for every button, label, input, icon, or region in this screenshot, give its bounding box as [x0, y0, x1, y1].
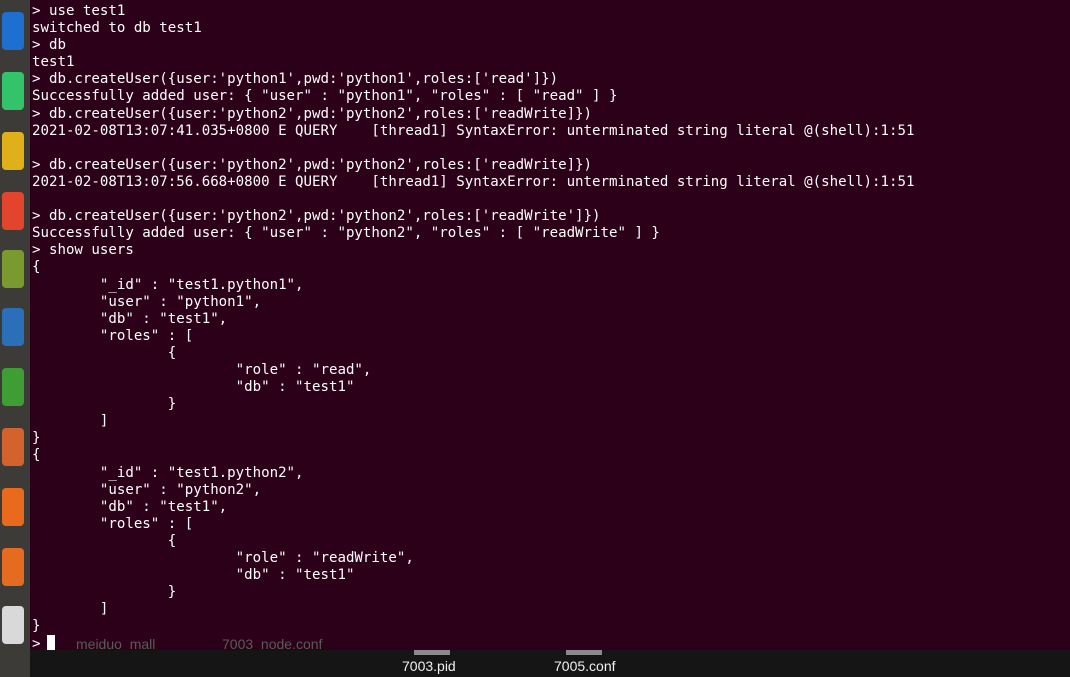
amazon-icon[interactable]: [0, 600, 24, 650]
terminal-line: > db.createUser({user:'python1',pwd:'pyt…: [32, 71, 559, 88]
terminal-line: "_id" : "test1.python1",: [32, 276, 304, 293]
prompt-symbol: >: [32, 636, 41, 650]
terminal-line: "_id" : "test1.python2",: [32, 464, 304, 481]
file-icon: [566, 650, 602, 655]
file-icon: [414, 650, 450, 655]
terminal-line: > db.createUser({user:'python2',pwd:'pyt…: [32, 105, 593, 122]
terminal-output: > use test1 switched to db test1 > db test1…: [32, 3, 914, 650]
software-center-icon[interactable]: [0, 542, 24, 592]
terminal-line: "roles" : [: [32, 327, 194, 344]
vscode-icon[interactable]: [0, 6, 24, 56]
terminal-line: switched to db test1: [32, 20, 202, 37]
terminal-line: }: [32, 396, 177, 413]
chrome-icon[interactable]: [0, 126, 24, 176]
terminal-line: "db" : "test1",: [32, 498, 228, 515]
terminal-line: {: [32, 532, 177, 549]
terminal-line: ]: [32, 601, 109, 618]
launcher-bar: [0, 0, 30, 677]
terminal-line: "db" : "test1": [32, 567, 355, 584]
terminal-line: {: [32, 344, 177, 361]
writer-doc-icon[interactable]: [0, 302, 24, 352]
terminal-line: > show users: [32, 242, 134, 259]
tool-icon[interactable]: [0, 186, 24, 236]
terminal-line: }: [32, 430, 41, 447]
terminal-line: Successfully added user: { "user" : "pyt…: [32, 225, 660, 242]
terminal-line: "db" : "test1": [32, 379, 355, 396]
terminal-line: ]: [32, 413, 109, 430]
terminal-line: test1: [32, 54, 75, 71]
terminal-line: }: [32, 618, 41, 635]
terminal-line: "db" : "test1",: [32, 310, 228, 327]
text-cursor: [46, 635, 55, 650]
terminal-line: {: [32, 259, 41, 276]
terminal-line: "user" : "python1",: [32, 293, 262, 310]
impress-icon[interactable]: [0, 422, 24, 472]
book-icon[interactable]: [0, 244, 24, 294]
terminal-line: Successfully added user: { "user" : "pyt…: [32, 88, 618, 105]
terminal-line: "roles" : [: [32, 515, 194, 532]
terminal-line: }: [32, 584, 177, 601]
pycharm-icon[interactable]: [0, 66, 24, 116]
file-label: 7003.pid: [402, 658, 456, 674]
terminal-line: {: [32, 447, 41, 464]
terminal-line: > use test1: [32, 3, 126, 19]
terminal-window[interactable]: > use test1 switched to db test1 > db test1…: [30, 0, 1070, 650]
terminal-line: 2021-02-08T13:07:41.035+0800 E QUERY [th…: [32, 122, 915, 139]
terminal-prompt-line[interactable]: >: [32, 635, 914, 650]
terminal-line: 2021-02-08T13:07:56.668+0800 E QUERY [th…: [32, 173, 915, 190]
terminal-line: "role" : "read",: [32, 361, 372, 378]
terminal-line: > db.createUser({user:'python2',pwd:'pyt…: [32, 156, 593, 173]
file-label: 7005.conf: [554, 658, 616, 674]
calc-sheet-icon[interactable]: [0, 362, 24, 412]
terminal-line: "user" : "python2",: [32, 481, 262, 498]
desktop-area: 7003.pid 7005.conf: [30, 650, 1070, 677]
terminal-line: > db.createUser({user:'python2',pwd:'pyt…: [32, 208, 601, 225]
terminal-line: "role" : "readWrite",: [32, 550, 414, 566]
terminal-line: > db: [32, 37, 66, 54]
firefox-icon[interactable]: [0, 482, 24, 532]
